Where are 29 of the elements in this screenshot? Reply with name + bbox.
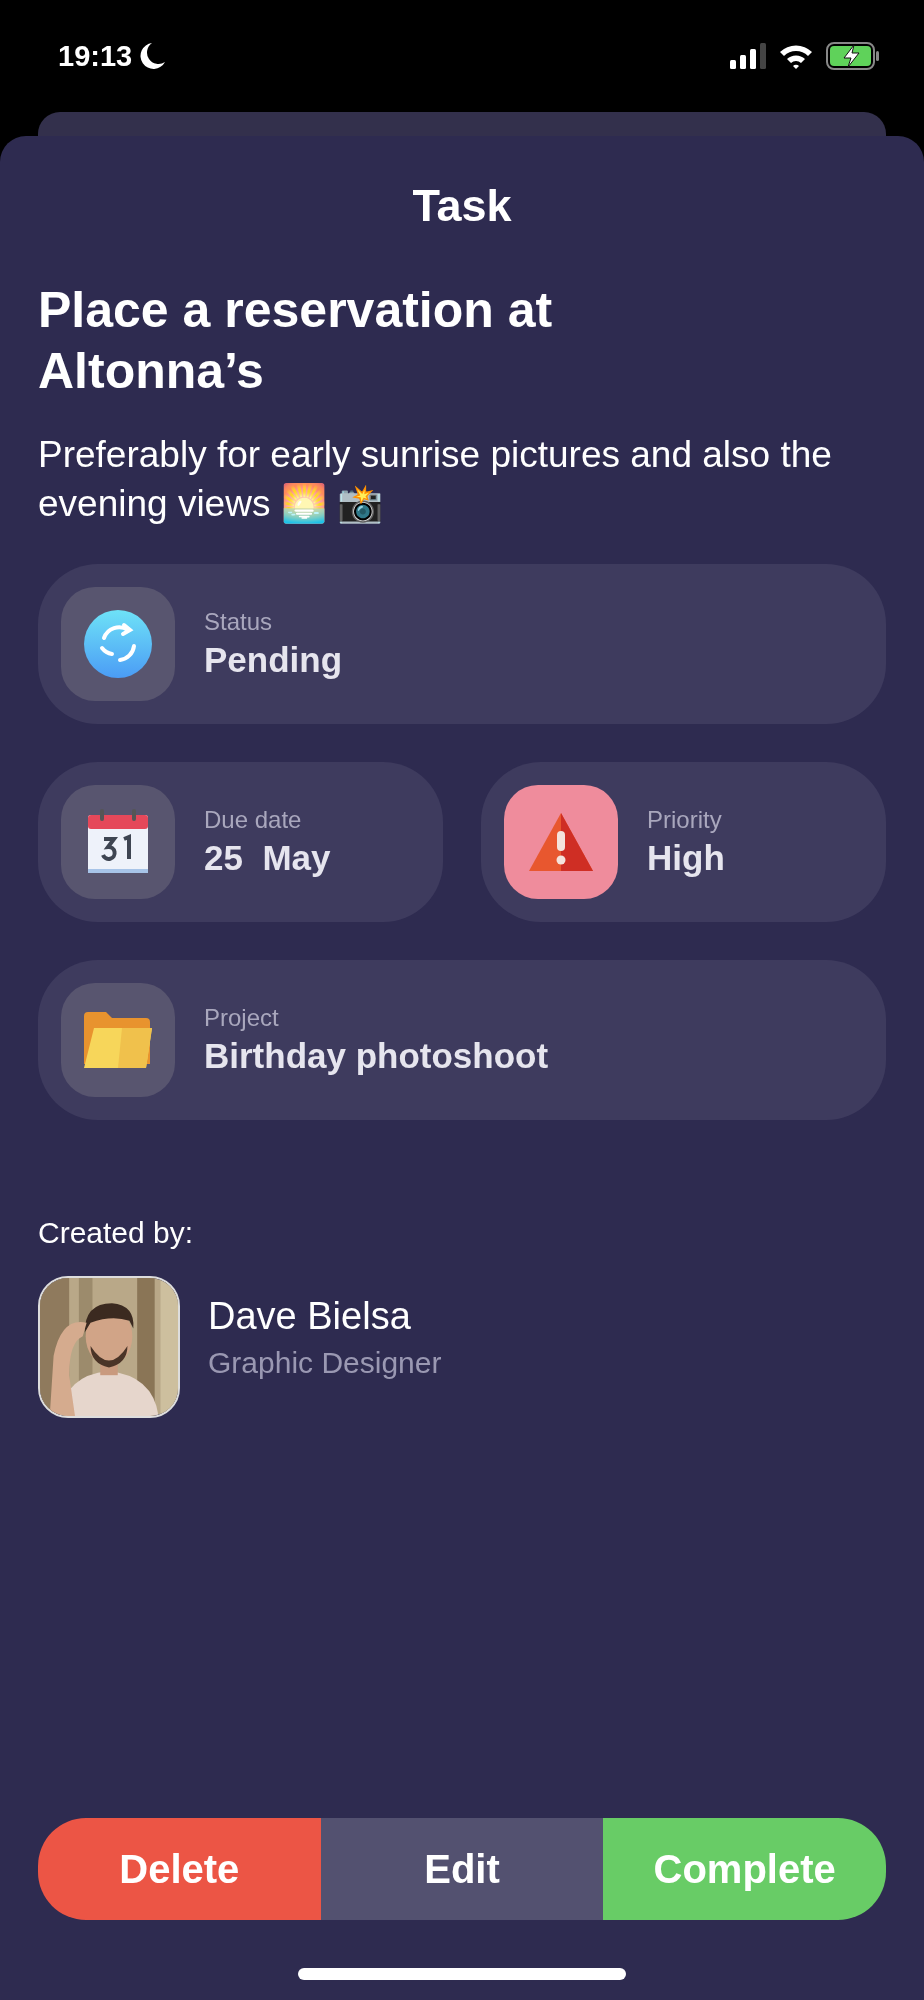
wifi-icon [778,43,814,69]
detail-card[interactable]: Project Birthday photoshoot [38,960,886,1120]
detail-value: 25 May [204,838,331,878]
signal-icon [730,43,766,69]
calendar-icon [86,809,150,875]
warning-icon [527,811,595,873]
battery-icon [826,42,880,70]
sheet-title: Task [412,180,512,232]
task-title: Place a reservation at Altonna’s [38,281,554,401]
status-time: 19:13 [58,39,133,73]
detail-value: High [647,838,725,878]
creator-role: Graphic Designer [208,1345,442,1380]
detail-card[interactable]: Status Pending [38,564,886,724]
detail-value: Birthday photoshoot [204,1036,549,1076]
detail-label: Due date [204,806,303,834]
task-description: Preferably for early sunrise pictures and also the evening views 🌅 📸 [38,433,833,526]
detail-card[interactable]: Due date 25 May [38,762,443,922]
edit-button[interactable]: Edit [320,1818,604,1920]
refresh-icon [84,610,152,678]
detail-card[interactable]: Priority High [481,762,886,922]
folder-icon [84,1012,152,1068]
detail-label: Project [204,1004,280,1032]
delete-button[interactable]: Delete [38,1818,321,1920]
creator-name: Dave Bielsa [208,1294,412,1338]
moon-icon [140,42,167,70]
created-by-label: Created by: [38,1216,195,1250]
detail-value: Pending [204,640,343,680]
detail-label: Priority [647,806,723,834]
detail-label: Status [204,608,274,636]
